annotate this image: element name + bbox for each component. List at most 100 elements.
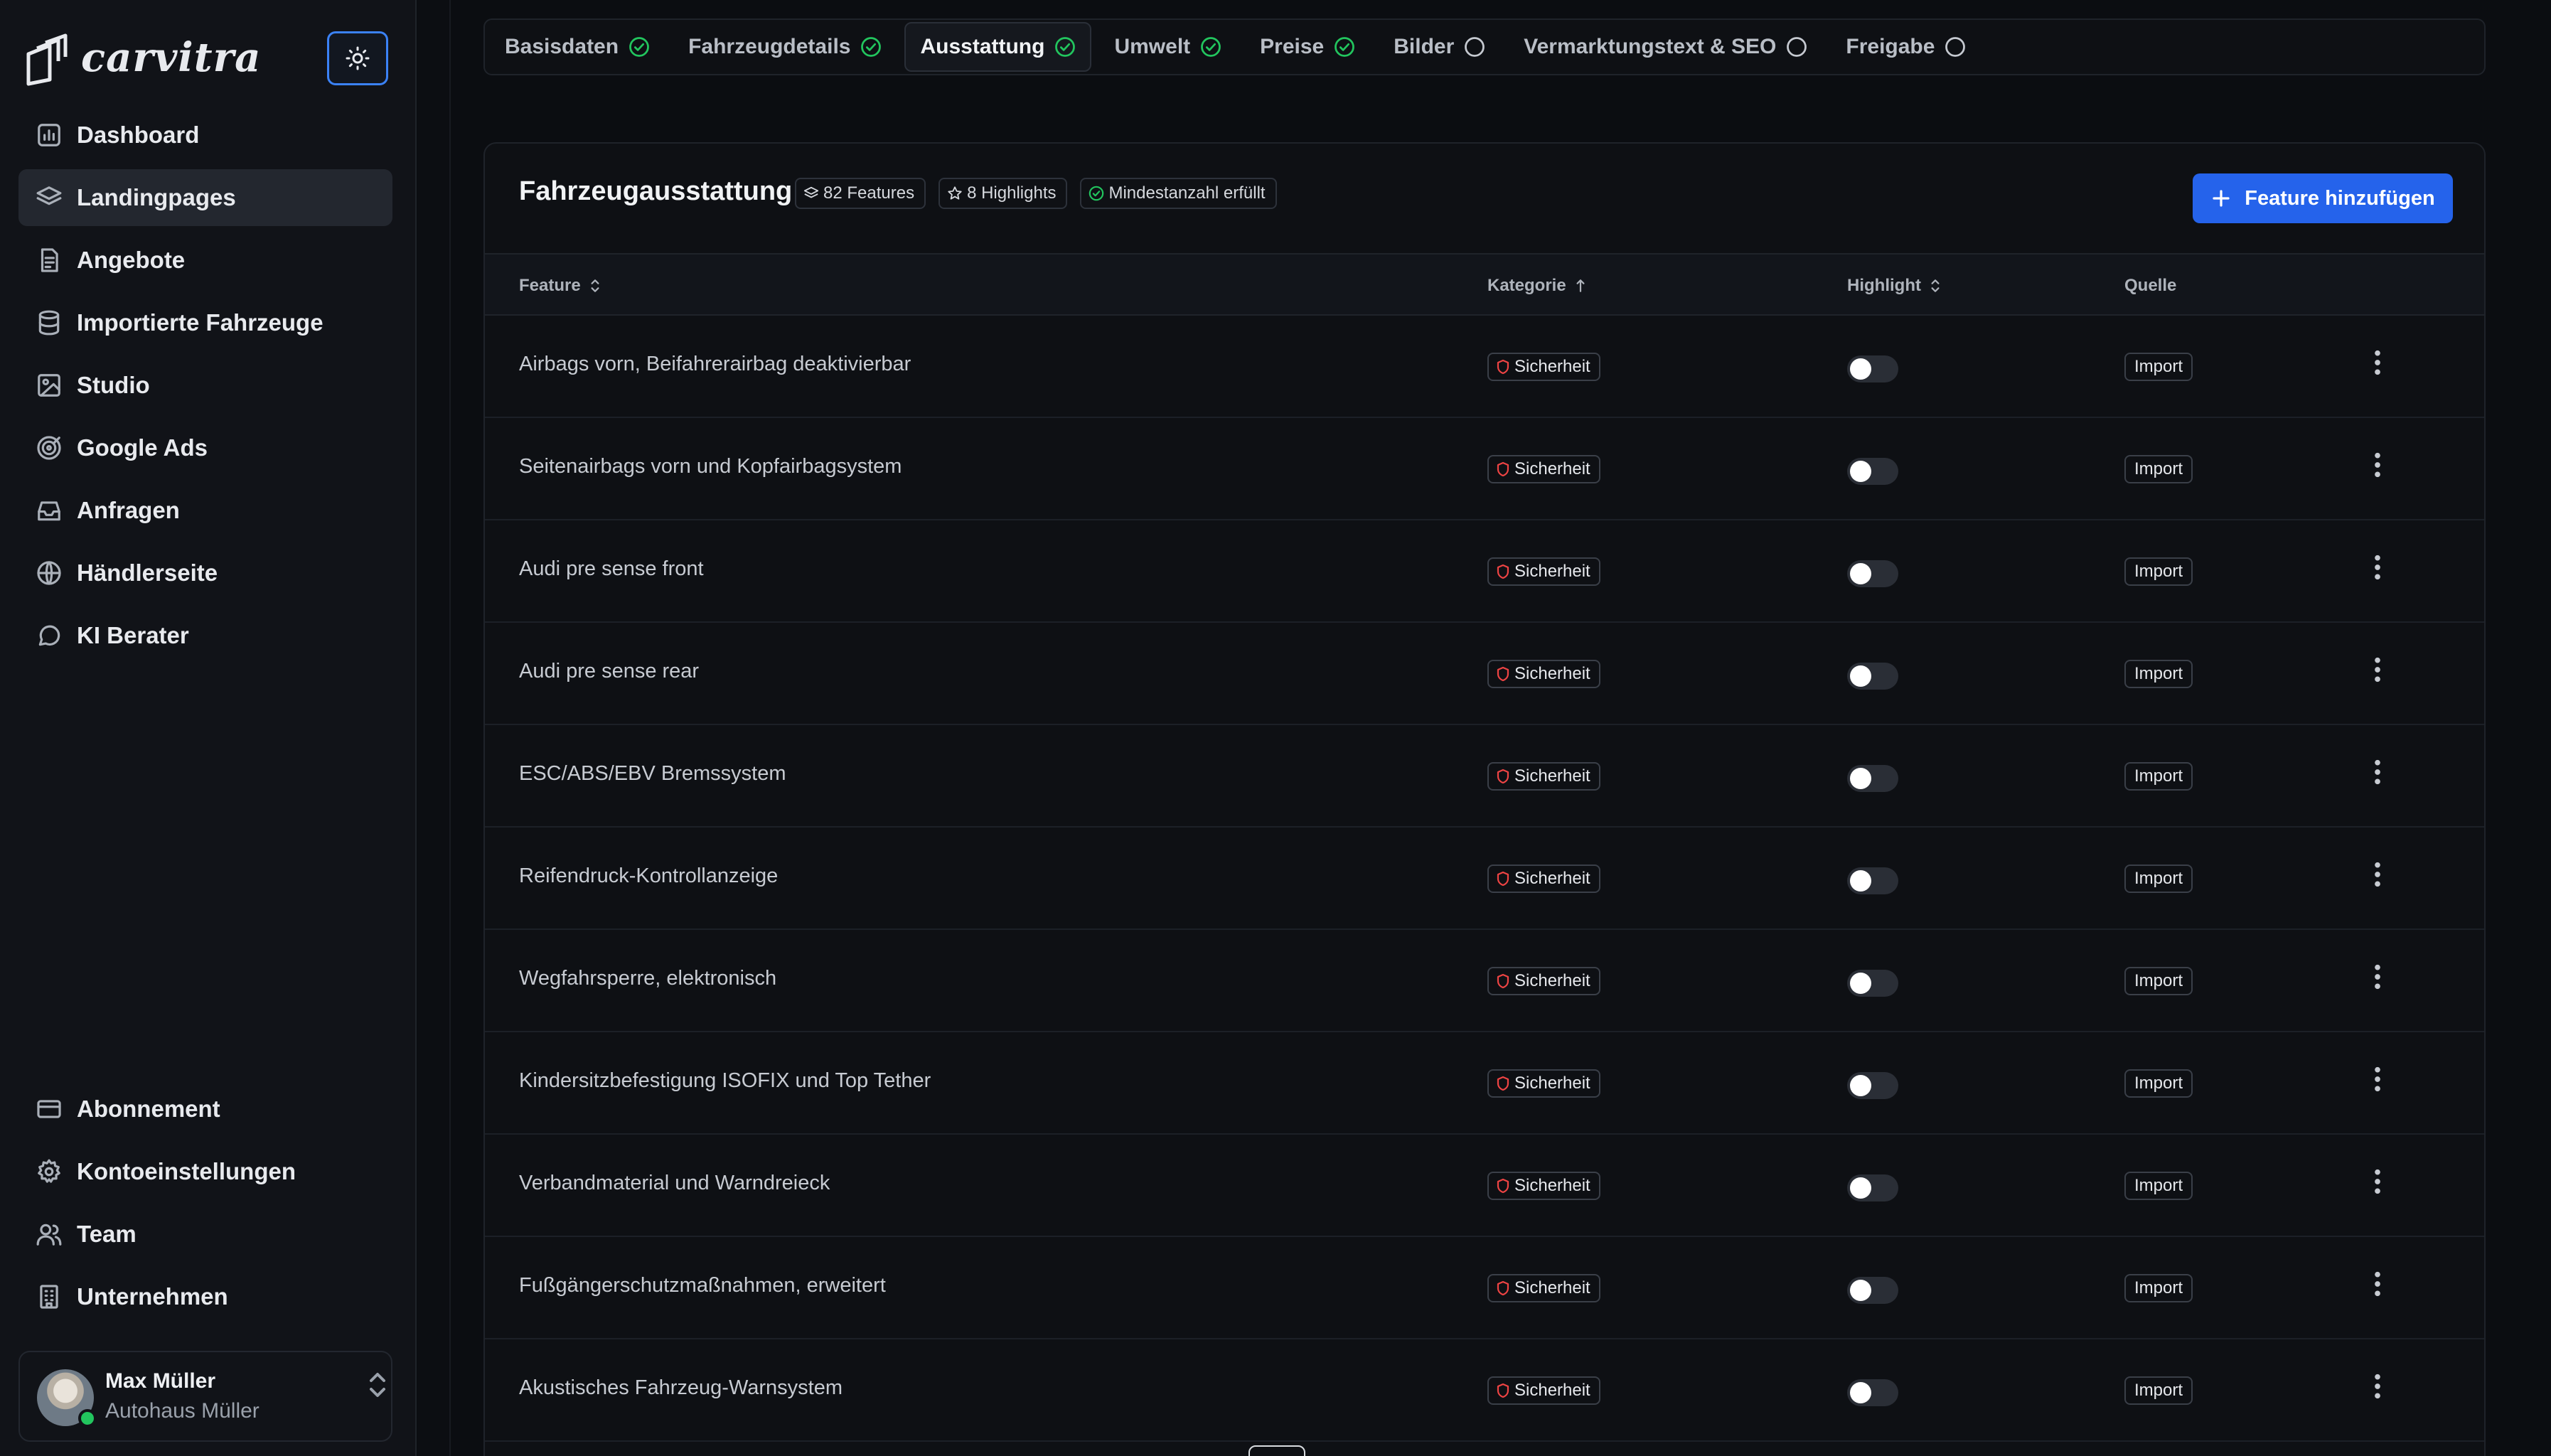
- tab-vermarktungstext-seo[interactable]: Vermarktungstext & SEO: [1508, 22, 1823, 72]
- column-feature[interactable]: Feature: [519, 276, 602, 296]
- table-row[interactable]: Seitenairbags vorn und Kopfairbagsystem S…: [485, 418, 2484, 520]
- more-options-icon[interactable]: [2370, 553, 2385, 582]
- image-icon: [38, 374, 60, 397]
- highlight-toggle[interactable]: [1847, 970, 1898, 997]
- category-label: Sicherheit: [1514, 562, 1590, 581]
- tab-fahrzeugdetails[interactable]: Fahrzeugdetails: [673, 22, 897, 72]
- tab-basisdaten[interactable]: Basisdaten: [489, 22, 665, 72]
- category-badge: Sicherheit: [1487, 455, 1600, 483]
- category-badge: Sicherheit: [1487, 557, 1600, 586]
- highlight-toggle[interactable]: [1847, 1379, 1898, 1406]
- tab-label: Preise: [1260, 35, 1325, 58]
- sidebar-item-label: Dashboard: [77, 122, 200, 148]
- source-badge: Import: [2124, 557, 2193, 586]
- table-row[interactable]: Fußgängerschutzmaßnahmen, erweitert Siche…: [485, 1237, 2484, 1339]
- more-options-icon[interactable]: [2370, 1065, 2385, 1093]
- more-options-icon[interactable]: [2370, 1372, 2385, 1401]
- shield-icon: [1497, 1178, 1509, 1194]
- equipment-card: Fahrzeugausstattung 82 Features 8 Highli…: [483, 142, 2486, 1456]
- chat-icon: [38, 625, 60, 646]
- more-options-icon[interactable]: [2370, 963, 2385, 991]
- sun-icon: [346, 46, 370, 70]
- sidebar-item-händlerseite[interactable]: Händlerseite: [18, 545, 392, 601]
- source-badge: Import: [2124, 864, 2193, 893]
- sidebar-item-label: Kontoeinstellungen: [77, 1158, 296, 1184]
- brand-name: carvitra: [81, 34, 262, 81]
- more-options-icon[interactable]: [2370, 1270, 2385, 1298]
- table-row[interactable]: Reifendruck-Kontrollanzeige Sicherheit Imp…: [485, 828, 2484, 930]
- inbox-icon: [38, 501, 60, 521]
- shield-icon: [1497, 666, 1509, 682]
- more-options-icon[interactable]: [2370, 758, 2385, 786]
- highlight-toggle[interactable]: [1847, 765, 1898, 792]
- source-badge: Import: [2124, 762, 2193, 791]
- tab-preise[interactable]: Preise: [1244, 22, 1371, 72]
- shield-icon: [1497, 1280, 1509, 1296]
- tab-umwelt[interactable]: Umwelt: [1098, 22, 1237, 72]
- highlight-toggle[interactable]: [1847, 560, 1898, 587]
- more-options-icon[interactable]: [2370, 451, 2385, 479]
- more-options-icon[interactable]: [2370, 348, 2385, 377]
- sidebar-item-dashboard[interactable]: Dashboard: [18, 107, 392, 164]
- column-category[interactable]: Kategorie: [1487, 276, 1588, 296]
- sidebar-item-landingpages[interactable]: Landingpages: [18, 169, 392, 226]
- theme-toggle-button[interactable]: [327, 31, 388, 85]
- scroll-indicator[interactable]: [1248, 1445, 1305, 1456]
- user-menu[interactable]: Max Müller Autohaus Müller: [18, 1351, 392, 1442]
- sidebar-item-angebote[interactable]: Angebote: [18, 232, 392, 289]
- highlight-toggle[interactable]: [1847, 1174, 1898, 1201]
- table-row[interactable]: Akustisches Fahrzeug-Warnsystem Sicherhei…: [485, 1339, 2484, 1442]
- highlight-toggle[interactable]: [1847, 663, 1898, 690]
- tab-bilder[interactable]: Bilder: [1378, 22, 1501, 72]
- tab-ausstattung[interactable]: Ausstattung: [904, 22, 1092, 72]
- sidebar-item-importierte-fahrzeuge[interactable]: Importierte Fahrzeuge: [18, 294, 392, 351]
- table-row[interactable]: ESC/ABS/EBV Bremssystem Sicherheit Import: [485, 725, 2484, 828]
- sidebar-item-ki-berater[interactable]: KI Berater: [18, 607, 392, 664]
- highlight-toggle[interactable]: [1847, 867, 1898, 894]
- category-badge: Sicherheit: [1487, 1274, 1600, 1302]
- category-label: Sicherheit: [1514, 1381, 1590, 1400]
- sidebar-item-kontoeinstellungen[interactable]: Kontoeinstellungen: [18, 1143, 392, 1200]
- sidebar-item-abonnement[interactable]: Abonnement: [18, 1081, 392, 1138]
- sidebar-item-team[interactable]: Team: [18, 1206, 392, 1263]
- table-row[interactable]: Audi pre sense front Sicherheit Import: [485, 520, 2484, 623]
- source-badge: Import: [2124, 353, 2193, 381]
- table-row[interactable]: Verbandmaterial und Warndreieck Sicherhei…: [485, 1135, 2484, 1237]
- column-highlight[interactable]: Highlight: [1847, 276, 1942, 296]
- category-badge: Sicherheit: [1487, 660, 1600, 688]
- shield-icon: [1497, 769, 1509, 784]
- feature-table-body: Airbags vorn, Beifahrerairbag deaktivier…: [485, 316, 2484, 1442]
- shield-icon: [1497, 973, 1509, 989]
- category-label: Sicherheit: [1514, 459, 1590, 478]
- tab-label: Basisdaten: [505, 35, 619, 58]
- more-options-icon[interactable]: [2370, 655, 2385, 684]
- add-feature-button[interactable]: Feature hinzufügen: [2193, 173, 2453, 223]
- table-row[interactable]: Audi pre sense rear Sicherheit Import: [485, 623, 2484, 725]
- minimum-met-badge: Mindestanzahl erfüllt: [1080, 178, 1277, 209]
- sidebar-item-label: Studio: [77, 372, 150, 398]
- highlight-toggle[interactable]: [1847, 1072, 1898, 1099]
- category-label: Sicherheit: [1514, 1278, 1590, 1297]
- sidebar-item-label: Abonnement: [77, 1096, 220, 1122]
- more-options-icon[interactable]: [2370, 1167, 2385, 1196]
- sidebar-item-studio[interactable]: Studio: [18, 357, 392, 414]
- more-options-icon[interactable]: [2370, 860, 2385, 889]
- table-header: Feature Kategorie Highlight Quelle: [485, 253, 2484, 316]
- sidebar-item-label: Team: [77, 1221, 137, 1247]
- tab-freigabe[interactable]: Freigabe: [1830, 22, 1982, 72]
- highlight-toggle[interactable]: [1847, 1277, 1898, 1304]
- highlight-toggle[interactable]: [1847, 355, 1898, 382]
- wizard-tabs: Basisdaten Fahrzeugdetails Ausstattung Umwe…: [483, 18, 2486, 75]
- sidebar-item-google-ads[interactable]: Google Ads: [18, 419, 392, 476]
- table-row[interactable]: Kindersitzbefestigung ISOFIX und Top Tet…: [485, 1032, 2484, 1135]
- add-feature-label: Feature hinzufügen: [2245, 186, 2435, 210]
- table-row[interactable]: Airbags vorn, Beifahrerairbag deaktivier…: [485, 316, 2484, 418]
- sidebar-item-anfragen[interactable]: Anfragen: [18, 482, 392, 539]
- tab-label: Umwelt: [1114, 35, 1191, 58]
- empty-circle-icon: [1787, 37, 1807, 57]
- category-label: Sicherheit: [1514, 971, 1590, 990]
- online-status-dot: [78, 1409, 97, 1428]
- highlight-toggle[interactable]: [1847, 458, 1898, 485]
- table-row[interactable]: Wegfahrsperre, elektronisch Sicherheit Imp…: [485, 930, 2484, 1032]
- sidebar-item-unternehmen[interactable]: Unternehmen: [18, 1268, 392, 1325]
